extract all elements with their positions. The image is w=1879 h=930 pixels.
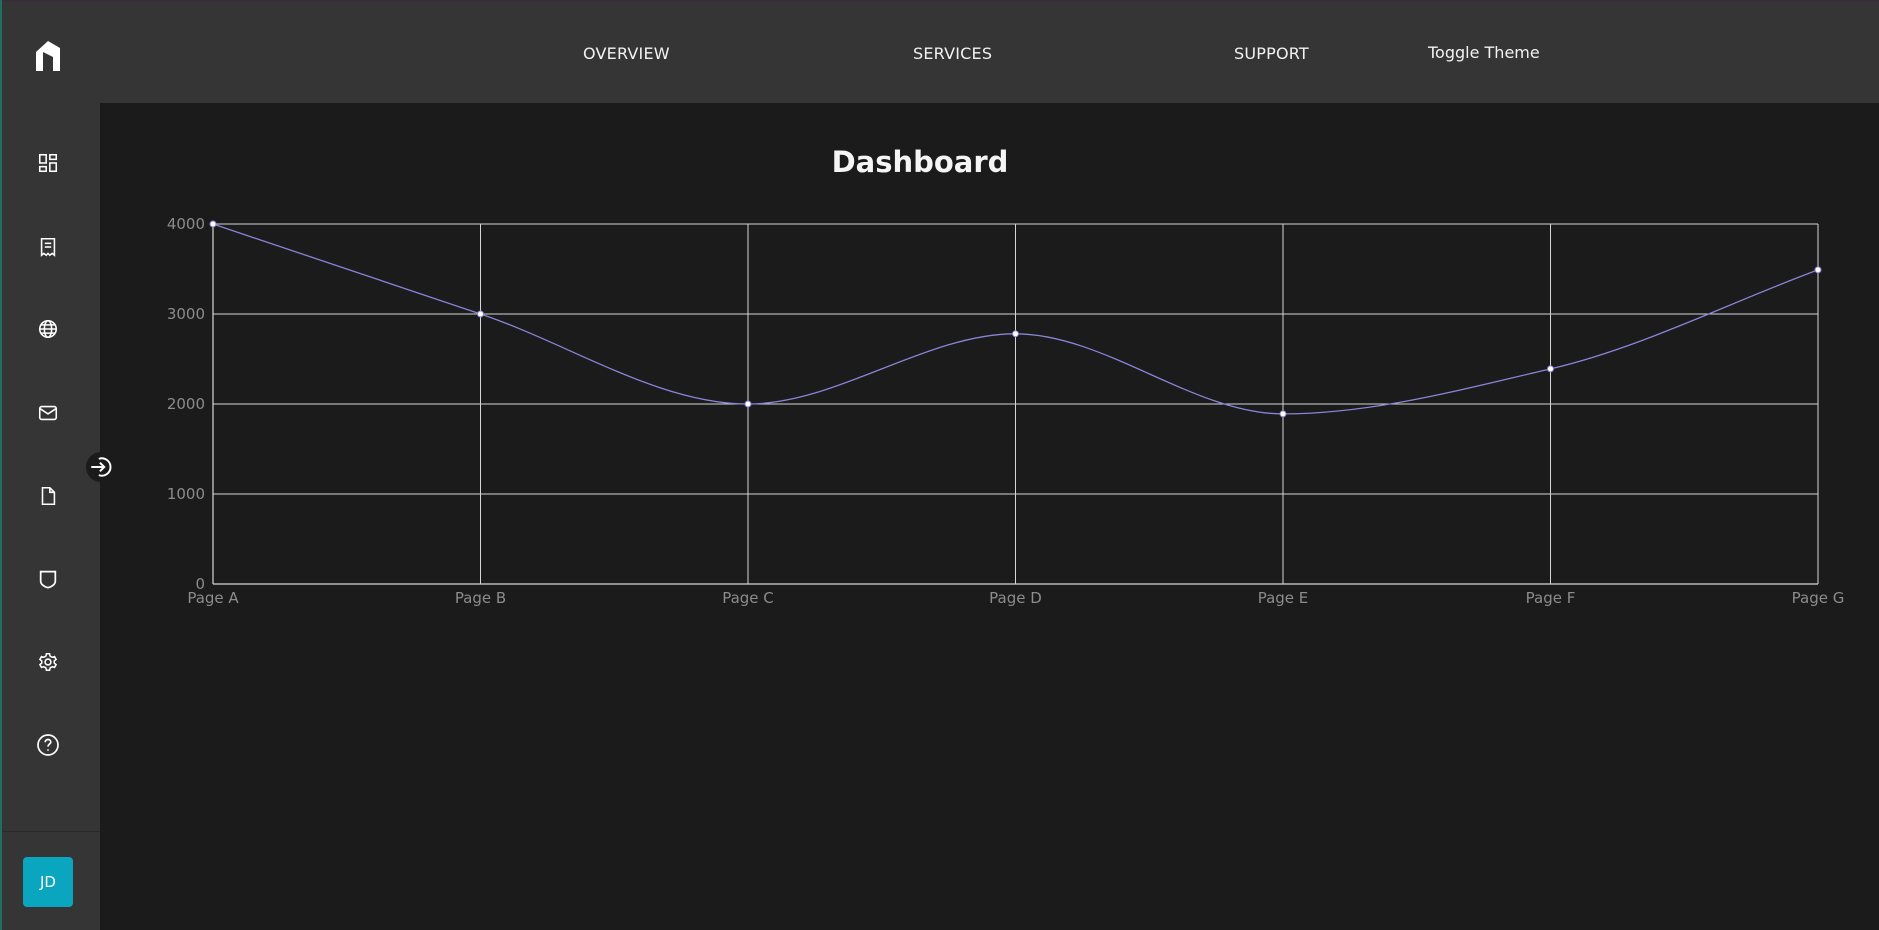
x-tick-label: Page D [989, 589, 1042, 607]
data-point [1814, 266, 1822, 274]
y-tick-label: 2000 [167, 395, 205, 413]
data-point [1012, 330, 1019, 338]
x-tick-label: Page G [1792, 589, 1845, 607]
data-point [209, 220, 217, 228]
window-left-border [0, 0, 2, 930]
x-tick-label: Page B [455, 589, 506, 607]
x-tick-label: Page F [1526, 589, 1576, 607]
data-point [744, 400, 752, 408]
y-tick-label: 4000 [167, 215, 205, 233]
y-tick-label: 3000 [167, 305, 205, 323]
x-tick-label: Page A [187, 589, 239, 607]
window-top-border [0, 0, 1879, 2]
x-tick-label: Page C [722, 589, 774, 607]
line-chart: 01000200030004000Page A Page B Page C Page … [167, 215, 1845, 607]
y-tick-label: 1000 [167, 485, 205, 503]
x-tick-label: Page E [1258, 589, 1309, 607]
data-point [1547, 365, 1554, 373]
data-point [1279, 410, 1287, 418]
app-window: JD OVERVIEW SERVICES SUPPORT Toggle Them… [0, 0, 1879, 930]
data-point [477, 310, 484, 318]
